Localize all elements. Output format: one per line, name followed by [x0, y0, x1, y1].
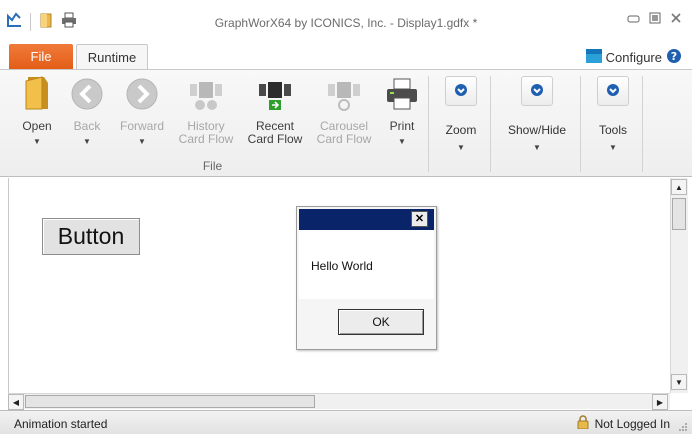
canvas-button[interactable]: Button [42, 218, 140, 255]
horizontal-scrollbar[interactable]: ◀ ▶ [8, 393, 670, 410]
tab-file[interactable]: File [9, 44, 73, 70]
open-label: Open [22, 119, 52, 133]
configure-menu[interactable]: Configure ? [585, 48, 682, 67]
carousel-card-flow-button[interactable]: Carousel Card Flow [312, 76, 376, 146]
configure-icon [585, 49, 602, 66]
ribbon-separator [490, 76, 491, 172]
carousel-label-line2: Card Flow [316, 132, 372, 146]
horizontal-scroll-thumb[interactable] [25, 395, 315, 408]
login-status-label: Not Logged In [594, 416, 670, 431]
help-icon[interactable]: ? [666, 48, 682, 67]
lock-icon [577, 415, 589, 432]
chevron-down-icon: ▼ [609, 143, 617, 152]
chevron-down-icon: ▼ [398, 137, 406, 146]
dialog-title-bar[interactable]: ✕ [299, 209, 434, 230]
scroll-right-icon[interactable]: ▶ [652, 394, 668, 410]
restore-icon[interactable] [649, 12, 661, 27]
printer-icon [385, 77, 419, 114]
carousel-card-flow-icon [326, 81, 362, 114]
back-button[interactable]: Back ▼ [64, 76, 110, 148]
window-title: GraphWorX64 by ICONICS, Inc. - Display1.… [214, 16, 478, 30]
ribbon-separator [642, 76, 643, 172]
show-hide-icon [530, 83, 544, 100]
ribbon-separator [428, 76, 429, 172]
vertical-scroll-thumb[interactable] [672, 198, 686, 230]
dialog-body: Hello World [299, 230, 434, 299]
forward-label: Forward [119, 119, 164, 133]
chevron-down-icon: ▼ [138, 137, 146, 146]
scroll-down-icon[interactable]: ▼ [671, 374, 687, 390]
svg-text:?: ? [671, 50, 677, 63]
chevron-down-icon: ▼ [457, 143, 465, 152]
minimize-icon[interactable] [627, 13, 640, 27]
ribbon-tabs: File Runtime Configure ? [0, 42, 692, 71]
tools-icon [606, 83, 620, 100]
forward-button[interactable]: Forward ▼ [114, 76, 170, 148]
recent-label-line2: Card Flow [247, 132, 303, 146]
vertical-scrollbar[interactable]: ▲ ▼ [670, 178, 688, 393]
dialog-message: Hello World [311, 259, 373, 273]
configure-label: Configure [605, 50, 662, 65]
recent-card-flow-button[interactable]: Recent Card Flow [242, 76, 308, 146]
scroll-up-icon[interactable]: ▲ [671, 179, 687, 195]
zoom-button[interactable]: Zoom ▼ [434, 76, 488, 152]
chevron-down-icon: ▼ [83, 137, 91, 146]
dialog-ok-button[interactable]: OK [338, 309, 424, 335]
tab-runtime[interactable]: Runtime [76, 44, 148, 71]
back-arrow-icon [70, 77, 104, 114]
tools-label: Tools [598, 123, 627, 137]
print-label: Print [389, 119, 415, 133]
forward-arrow-icon [125, 77, 159, 114]
show-hide-label: Show/Hide [507, 123, 567, 137]
history-card-flow-icon [188, 81, 224, 114]
status-message: Animation started [14, 417, 108, 431]
status-bar: Animation started Not Logged In [0, 410, 692, 434]
close-icon[interactable] [670, 12, 682, 27]
chevron-down-icon: ▼ [33, 137, 41, 146]
history-label-line2: Card Flow [178, 132, 234, 146]
ribbon: Open ▼ Back ▼ Forward ▼ History Card Flo… [0, 69, 692, 177]
folder-icon [20, 73, 54, 114]
print-button[interactable]: Print ▼ [380, 76, 424, 148]
resize-grip-icon[interactable] [678, 421, 688, 431]
window-controls [627, 12, 682, 27]
zoom-icon [454, 83, 468, 100]
scroll-left-icon[interactable]: ◀ [8, 394, 24, 410]
login-status[interactable]: Not Logged In [577, 415, 670, 432]
file-group-label: File [202, 159, 223, 173]
chevron-down-icon: ▼ [533, 143, 541, 152]
zoom-label: Zoom [445, 123, 477, 137]
ribbon-separator [580, 76, 581, 172]
back-label: Back [73, 119, 101, 133]
open-button[interactable]: Open ▼ [14, 76, 60, 148]
tools-button[interactable]: Tools ▼ [586, 76, 640, 152]
show-hide-button[interactable]: Show/Hide ▼ [500, 76, 574, 152]
recent-card-flow-icon [257, 81, 293, 114]
message-dialog: ✕ Hello World OK [296, 206, 437, 350]
title-bar: GraphWorX64 by ICONICS, Inc. - Display1.… [0, 0, 692, 42]
dialog-close-icon[interactable]: ✕ [411, 211, 428, 227]
history-card-flow-button[interactable]: History Card Flow [174, 76, 238, 146]
